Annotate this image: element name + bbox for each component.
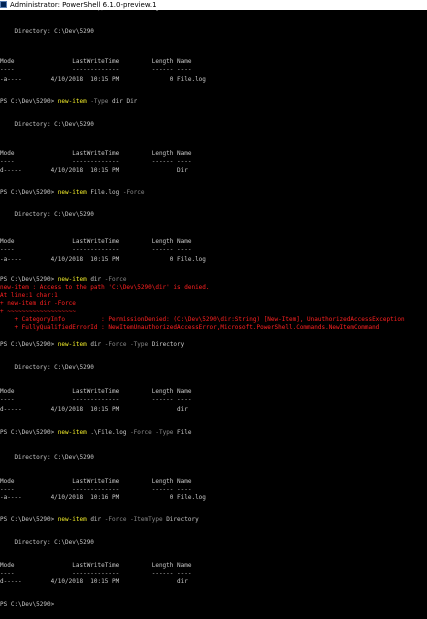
output-text: -a---- 4/10/2018 10:16 PM 0 File.log [0, 494, 206, 501]
console-line: -a---- 4/10/2018 10:15 PM 0 File.log [0, 255, 206, 264]
title-bar[interactable]: Administrator: PowerShell 6.1.0-preview.… [0, 0, 427, 10]
error-text: + CategoryInfo : PermissionDenied: (C:\D… [0, 316, 405, 323]
console-line: d----- 4/10/2018 10:15 PM Dir [0, 166, 188, 175]
console-line: d----- 4/10/2018 10:15 PM dir [0, 405, 188, 414]
console-line: + FullyQualifiedErrorId : NewItemUnautho… [0, 323, 379, 332]
output-text: Mode LastWriteTime Length Name [0, 388, 192, 395]
output-text: Mode LastWriteTime Length Name [0, 150, 192, 157]
error-text: new-item : Access to the path 'C:\Dev\52… [0, 284, 210, 291]
argument: dir Dir [108, 98, 138, 105]
argument: dir [86, 516, 102, 523]
output-text: ---- ------------- ------ ---- [0, 486, 192, 493]
output-text: d----- 4/10/2018 10:15 PM Dir [0, 167, 188, 174]
parameter: -Force [101, 516, 127, 523]
parameter: -Force [101, 276, 127, 283]
console-line: PS C:\Dev\5290> new-item File.log -Force [0, 188, 145, 197]
prompt-text: PS C:\Dev\5290> [0, 516, 58, 523]
parameter: -Type [87, 10, 108, 11]
output-text: ---- ------------- ------ ---- [0, 158, 192, 165]
console-line: PS C:\Dev\5290> new-item -Type dir Dir [0, 97, 137, 106]
console-line: PS C:\Dev\5290> new-item .\File.log -For… [0, 428, 192, 437]
prompt-text: PS C:\Dev\5290> [0, 98, 58, 105]
output-text: Directory: C:\Dev\5290 [0, 539, 94, 546]
output-text: Directory: C:\Dev\5290 [0, 211, 94, 218]
console-line: Directory: C:\Dev\5290 [0, 120, 94, 129]
console-line: PS C:\Dev\5290> new-item dir -Force -Typ… [0, 340, 184, 349]
parameter: -Force [126, 429, 152, 436]
prompt-text: PS C:\Dev\5290> [0, 341, 58, 348]
output-text: Directory: C:\Dev\5290 [0, 28, 94, 35]
output-text: d----- 4/10/2018 10:15 PM dir [0, 578, 188, 585]
output-text: ---- ------------- ------ ---- [0, 246, 192, 253]
prompt-text: PS C:\Dev\5290> [0, 276, 58, 283]
command-name: new-item [57, 276, 87, 283]
output-text: Mode LastWriteTime Length Name [0, 238, 192, 245]
console-line: -a---- 4/10/2018 10:16 PM 0 File.log [0, 493, 206, 502]
parameter: -ItemType [126, 516, 163, 523]
argument: dir [86, 341, 102, 348]
output-text: ---- ------------- ------ ---- [0, 396, 192, 403]
output-text: -a---- 4/10/2018 10:15 PM 0 File.log [0, 76, 206, 83]
error-text: + new-item dir -Force [0, 300, 76, 307]
console-line: ---- ------------- ------ ---- [0, 157, 191, 166]
output-text: Directory: C:\Dev\5290 [0, 121, 94, 128]
argument: File.log [86, 189, 120, 196]
console-line: PS C:\Dev\5290> new-item dir -Force -Ite… [0, 515, 199, 524]
command-name: new-item [57, 189, 87, 196]
prompt-text: PS C:\Dev\5290> [0, 429, 58, 436]
error-text: At line:1 char:1 [0, 292, 58, 299]
console-line: Directory: C:\Dev\5290 [0, 363, 94, 372]
output-text: -a---- 4/10/2018 10:15 PM 0 File.log [0, 256, 206, 263]
console-line: Directory: C:\Dev\5290 [0, 538, 94, 547]
output-text: d----- 4/10/2018 10:15 PM dir [0, 406, 188, 413]
command-name: new-item [57, 98, 87, 105]
argument: dir [86, 276, 102, 283]
output-text: Mode LastWriteTime Length Name [0, 562, 192, 569]
prompt-text: PS C:\Dev\5290> [0, 601, 58, 608]
output-text: Mode LastWriteTime Length Name [0, 58, 192, 65]
output-text: Directory: C:\Dev\5290 [0, 364, 94, 371]
output-text: Directory: C:\Dev\5290 [0, 454, 94, 461]
console-line: PS C:\Dev\5290> [0, 600, 58, 609]
parameter: -Type [151, 429, 174, 436]
prompt-text: PS C:\Dev\5290> [0, 189, 58, 196]
console-line: Directory: C:\Dev\5290 [0, 453, 94, 462]
error-text: + FullyQualifiedErrorId : NewItemUnautho… [0, 324, 380, 331]
argument: File File.log [108, 10, 159, 11]
parameter: -Force [119, 189, 145, 196]
argument: File [173, 429, 192, 436]
console-line: Directory: C:\Dev\5290 [0, 210, 94, 219]
console-line: ---- ------------- ------ ---- [0, 245, 191, 254]
argument: Directory [148, 341, 185, 348]
parameter: -Force [101, 341, 127, 348]
command-name: new-item [58, 10, 87, 11]
argument: .\File.log [86, 429, 127, 436]
command-name: new-item [57, 429, 87, 436]
powershell-icon [0, 1, 7, 8]
command-name: new-item [57, 516, 87, 523]
prompt-text: PS C:\Dev\5290> [0, 10, 58, 11]
output-text: ---- ------------- ------ ---- [0, 570, 192, 577]
powershell-window: Administrator: PowerShell 6.1.0-preview.… [0, 0, 427, 619]
output-text: Mode LastWriteTime Length Name [0, 478, 192, 485]
console-output[interactable]: PS C:\Dev\5290> new-item -Type File File… [0, 10, 427, 619]
console-line: ---- ------------- ------ ---- [0, 395, 191, 404]
parameter: -Type [126, 341, 149, 348]
console-line: -a---- 4/10/2018 10:15 PM 0 File.log [0, 75, 206, 84]
error-text: + ~~~~~~~~~~~~~~~~~~~ [0, 308, 76, 315]
command-name: new-item [57, 341, 87, 348]
argument: Directory [162, 516, 199, 523]
console-line: ---- ------------- ------ ---- [0, 65, 191, 74]
console-line: Directory: C:\Dev\5290 [0, 27, 94, 36]
console-line: d----- 4/10/2018 10:15 PM dir [0, 577, 188, 586]
output-text: ---- ------------- ------ ---- [0, 66, 192, 73]
parameter: -Type [86, 98, 109, 105]
window-title: Administrator: PowerShell 6.1.0-preview.… [10, 1, 157, 9]
console-line: PS C:\Dev\5290> new-item -Type File File… [0, 10, 159, 12]
